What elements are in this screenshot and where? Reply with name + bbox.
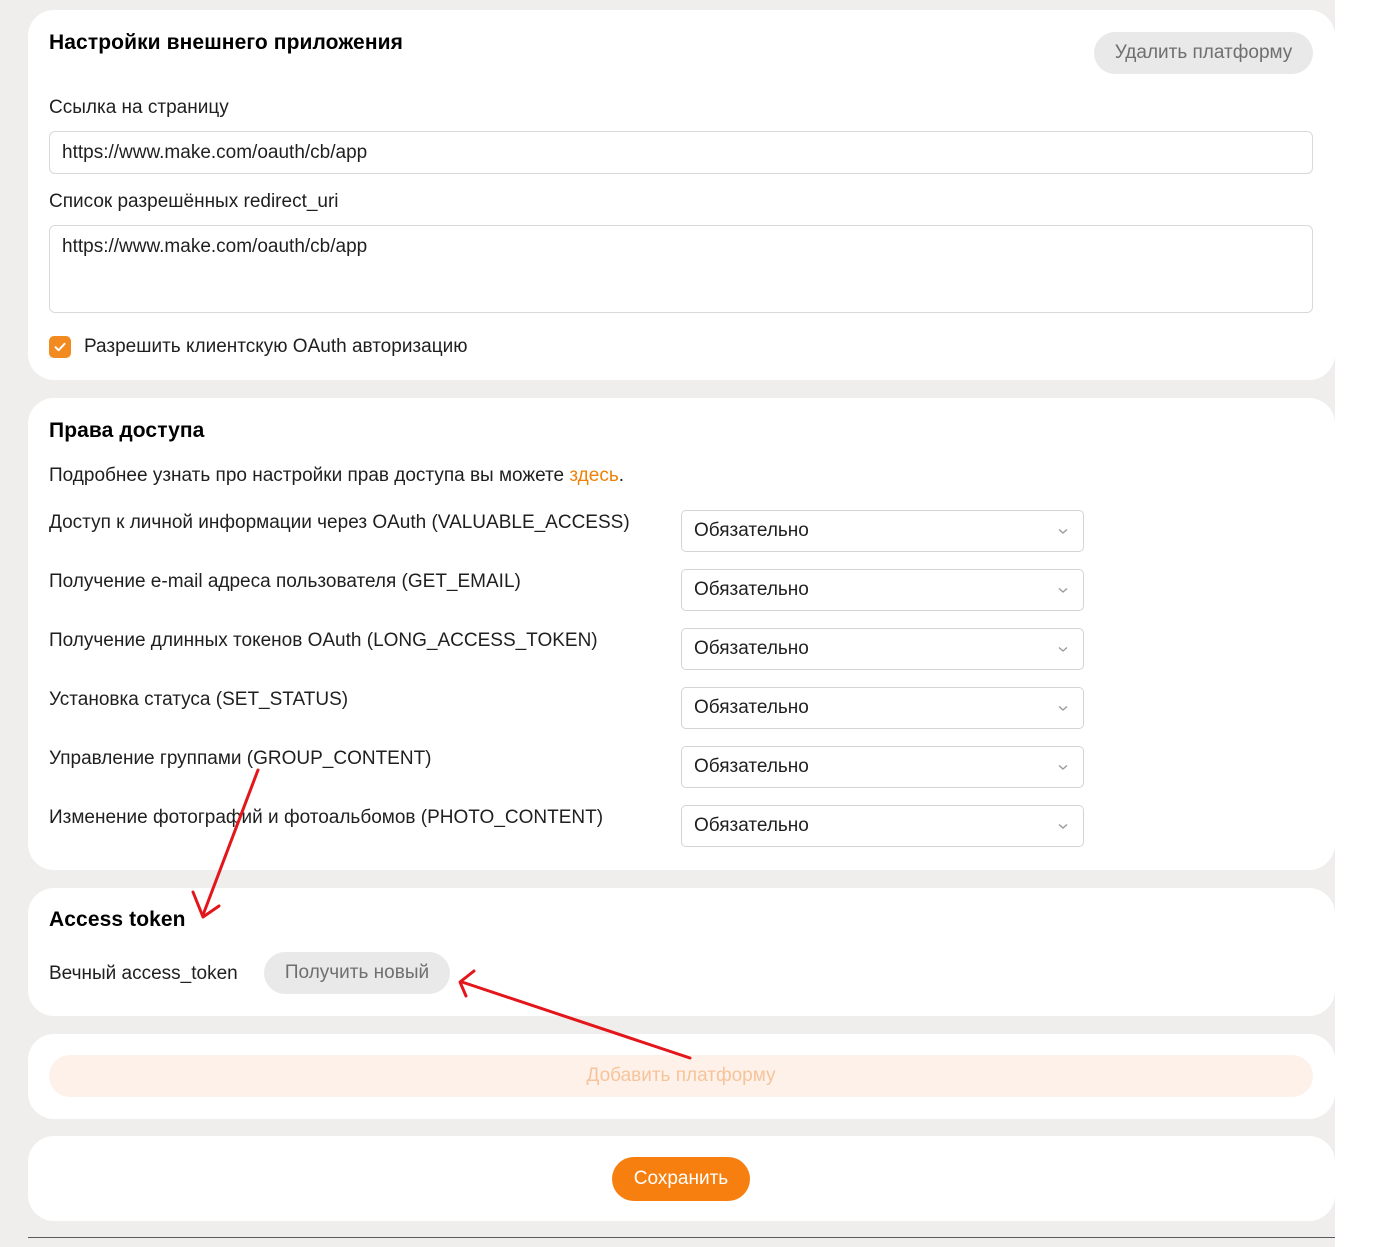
access-rights-title: Права доступа [49, 419, 205, 442]
access-rights-intro: Подробнее узнать про настройки прав дост… [49, 465, 624, 487]
chevron-down-icon [1058, 705, 1068, 711]
permission-select-value: Обязательно [694, 815, 809, 836]
intro-link[interactable]: здесь [569, 465, 618, 486]
permission-select-value: Обязательно [694, 520, 809, 541]
chevron-down-icon [1058, 528, 1068, 534]
chevron-down-icon [1058, 646, 1068, 652]
permission-label: Доступ к личной информации через OAuth (… [49, 512, 630, 533]
save-button[interactable]: Сохранить [612, 1157, 750, 1201]
page-link-input[interactable]: https://www.make.com/oauth/cb/app [49, 131, 1313, 174]
intro-text: Подробнее узнать про настройки прав дост… [49, 465, 570, 486]
permission-select[interactable]: Обязательно [681, 805, 1084, 847]
permission-select-value: Обязательно [694, 756, 809, 777]
chevron-down-icon [1058, 823, 1068, 829]
permission-label: Изменение фотографий и фотоальбомов (PHO… [49, 807, 604, 828]
permission-select-value: Обязательно [694, 579, 809, 600]
intro-end: . [618, 465, 625, 486]
redirect-uri-textarea[interactable]: https://www.make.com/oauth/cb/app [49, 225, 1313, 313]
client-oauth-checkbox[interactable] [49, 336, 71, 358]
eternal-token-label: Вечный access_token [49, 963, 238, 984]
permission-select[interactable]: Обязательно [681, 628, 1084, 670]
permission-select[interactable]: Обязательно [681, 746, 1084, 788]
external-app-card: Настройки внешнего приложения Удалить пл… [28, 10, 1335, 380]
permission-select-value: Обязательно [694, 697, 809, 718]
redirect-uri-label: Список разрешённых redirect_uri [49, 191, 339, 212]
permission-select[interactable]: Обязательно [681, 687, 1084, 729]
permission-label: Управление группами (GROUP_CONTENT) [49, 748, 432, 769]
permission-select[interactable]: Обязательно [681, 569, 1084, 611]
save-card: Сохранить [28, 1136, 1335, 1221]
access-token-card: Access token Вечный access_token Получит… [28, 888, 1335, 1016]
chevron-down-icon [1058, 764, 1068, 770]
add-platform-card: Добавить платформу [28, 1034, 1335, 1119]
client-oauth-label: Разрешить клиентскую OAuth авторизацию [84, 336, 468, 357]
access-rights-card: Права доступа Подробнее узнать про настр… [28, 398, 1335, 870]
page-link-label: Ссылка на страницу [49, 97, 229, 118]
right-margin [1335, 0, 1400, 1247]
add-platform-button[interactable]: Добавить платформу [49, 1055, 1313, 1097]
permission-label: Установка статуса (SET_STATUS) [49, 689, 349, 710]
chevron-down-icon [1058, 587, 1068, 593]
get-new-token-button[interactable]: Получить новый [264, 952, 450, 994]
permission-label: Получение e-mail адреса пользователя (GE… [49, 571, 521, 592]
permission-select-value: Обязательно [694, 638, 809, 659]
permission-label: Получение длинных токенов OAuth (LONG_AC… [49, 630, 598, 651]
permission-select[interactable]: Обязательно [681, 510, 1084, 552]
delete-platform-button[interactable]: Удалить платформу [1094, 32, 1313, 74]
external-app-title: Настройки внешнего приложения [49, 31, 403, 54]
checkmark-icon [54, 342, 66, 352]
access-token-title: Access token [49, 908, 186, 931]
bottom-divider [28, 1237, 1335, 1238]
